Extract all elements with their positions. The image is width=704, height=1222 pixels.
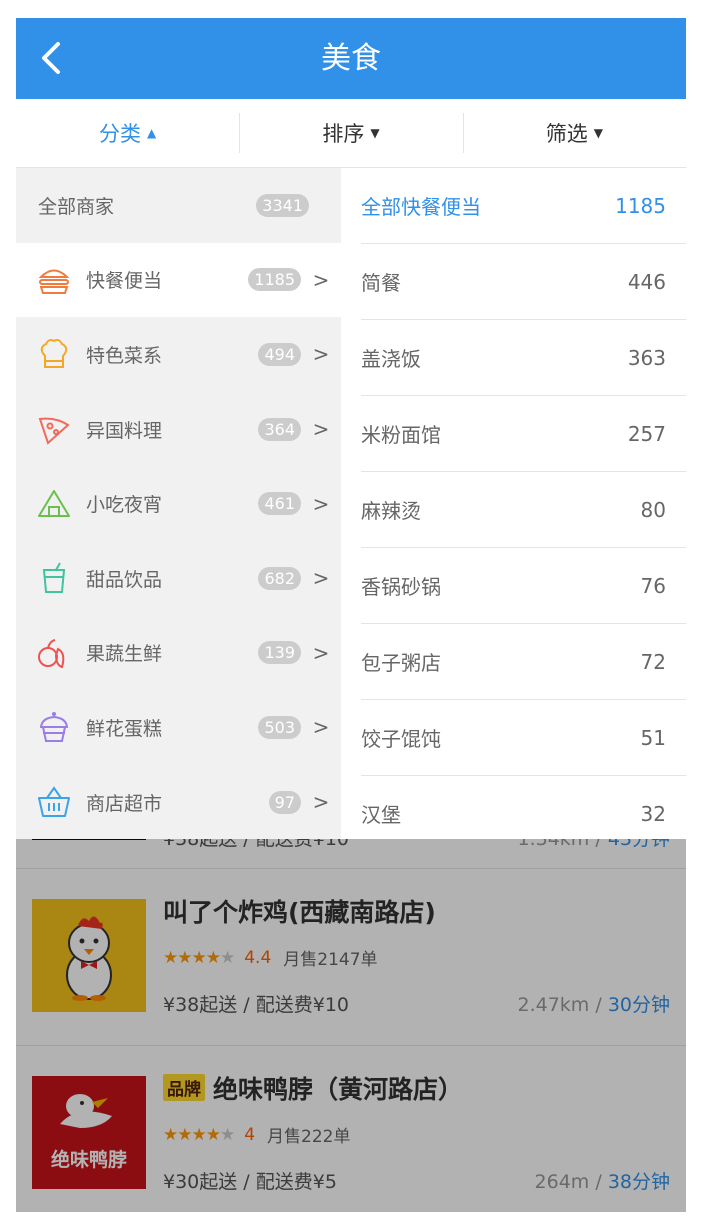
category-list: 全部商家 3341 快餐便当 1185 > 特色菜系 494 > 异国料理 36… [16, 168, 341, 839]
subcategory-count: 72 [640, 649, 666, 674]
subcategory-label: 米粉面馆 [361, 423, 441, 447]
category-item-dessert[interactable]: 甜品饮品 682 > [16, 541, 341, 616]
caret-down-icon: ▼ [370, 126, 380, 140]
subcategory-label: 简餐 [361, 271, 401, 295]
drink-cup-icon [42, 562, 66, 594]
burger-icon [38, 269, 70, 294]
chevron-right-icon: > [312, 790, 330, 815]
tab-label: 筛选 [545, 122, 588, 146]
subcategory-label: 全部快餐便当 [361, 195, 481, 219]
subcategory-item[interactable]: 包子粥店 72 [361, 624, 686, 700]
category-item-all[interactable]: 全部商家 3341 [16, 168, 341, 243]
subcategory-item[interactable]: 全部快餐便当 1185 [361, 168, 686, 244]
category-label: 全部商家 [38, 195, 115, 218]
category-dropdown: 全部商家 3341 快餐便当 1185 > 特色菜系 494 > 异国料理 36… [16, 168, 686, 839]
chevron-right-icon: > [312, 417, 330, 442]
subcategory-item[interactable]: 简餐 446 [361, 244, 686, 320]
subcategory-item[interactable]: 麻辣烫 80 [361, 472, 686, 548]
chevron-right-icon: > [312, 342, 330, 367]
chevron-right-icon: > [312, 715, 330, 740]
category-label: 小吃夜宵 [86, 494, 163, 517]
category-count: 682 [258, 566, 301, 590]
subcategory-item[interactable]: 汉堡 32 [361, 776, 686, 851]
chevron-right-icon: > [312, 267, 330, 292]
subcategory-count: 1185 [615, 193, 666, 218]
app: 美食 分类 ▲ 排序 ▼ 筛选 ▼ ¥38起送 / 配送费¥10 1.34km … [16, 18, 686, 1212]
subcategory-count: 446 [627, 269, 666, 294]
category-count: 461 [258, 492, 301, 516]
category-item-fastfood[interactable]: 快餐便当 1185 > [16, 242, 341, 318]
subcategory-count: 363 [627, 345, 666, 370]
category-item-market[interactable]: 商店超市 97 > [16, 765, 341, 840]
subcategory-count: 51 [640, 725, 666, 750]
subcategory-label: 包子粥店 [361, 651, 441, 675]
tab-label: 排序 [322, 122, 365, 146]
chevron-right-icon: > [312, 491, 330, 516]
tab-filter[interactable]: 筛选 ▼ [462, 99, 686, 167]
subcategory-label: 饺子馄饨 [361, 727, 441, 751]
chevron-right-icon: > [312, 566, 330, 591]
category-count: 3341 [256, 193, 309, 217]
basket-icon [38, 786, 70, 818]
tab-sort[interactable]: 排序 ▼ [239, 99, 462, 167]
subcategory-count: 32 [640, 801, 666, 826]
fruit-icon [38, 638, 65, 669]
subcategory-label: 香锅砂锅 [361, 575, 441, 599]
caret-down-icon: ▼ [593, 126, 603, 140]
filter-tabs: 分类 ▲ 排序 ▼ 筛选 ▼ [16, 99, 686, 168]
chef-hat-icon [40, 339, 68, 369]
category-label: 商店超市 [86, 792, 163, 815]
category-item-foreign[interactable]: 异国料理 364 > [16, 392, 341, 467]
category-item-cake[interactable]: 鲜花蛋糕 503 > [16, 690, 341, 765]
subcategory-label: 麻辣烫 [361, 499, 421, 523]
subcategory-count: 257 [627, 421, 666, 446]
category-label: 异国料理 [86, 419, 163, 442]
tab-category[interactable]: 分类 ▲ [16, 99, 239, 167]
subcategory-list: 全部快餐便当 1185 简餐 446 盖浇饭 363 米粉面馆 257 麻辣烫 80 香锅… [341, 168, 686, 839]
category-label: 甜品饮品 [86, 568, 163, 591]
subcategory-label: 盖浇饭 [361, 347, 421, 371]
category-label: 果蔬生鲜 [86, 643, 163, 666]
cupcake-icon [39, 712, 69, 743]
caret-up-icon: ▲ [147, 126, 157, 140]
category-count: 494 [258, 342, 301, 366]
category-item-fruit[interactable]: 果蔬生鲜 139 > [16, 616, 341, 691]
subcategory-count: 76 [640, 573, 666, 598]
category-label: 快餐便当 [86, 270, 163, 293]
subcategory-item[interactable]: 米粉面馆 257 [361, 396, 686, 472]
category-count: 503 [258, 715, 301, 739]
tab-label: 分类 [99, 122, 142, 146]
page-title: 美食 [321, 41, 381, 76]
category-count: 139 [258, 641, 301, 665]
subcategory-count: 80 [640, 497, 666, 522]
subcategory-item[interactable]: 盖浇饭 363 [361, 320, 686, 396]
subcategory-label: 汉堡 [361, 803, 401, 827]
pizza-icon [38, 417, 70, 445]
header: 美食 [16, 18, 686, 99]
category-count: 1185 [248, 268, 301, 292]
subcategory-item[interactable]: 香锅砂锅 76 [361, 548, 686, 624]
category-label: 特色菜系 [86, 344, 163, 367]
rice-ball-icon [38, 489, 70, 517]
category-count: 364 [258, 417, 301, 441]
category-item-cuisine[interactable]: 特色菜系 494 > [16, 317, 341, 392]
category-label: 鲜花蛋糕 [86, 717, 163, 740]
chevron-right-icon: > [312, 640, 330, 665]
category-count: 97 [268, 790, 301, 814]
subcategory-item[interactable]: 饺子馄饨 51 [361, 700, 686, 776]
category-item-snack[interactable]: 小吃夜宵 461 > [16, 466, 341, 541]
